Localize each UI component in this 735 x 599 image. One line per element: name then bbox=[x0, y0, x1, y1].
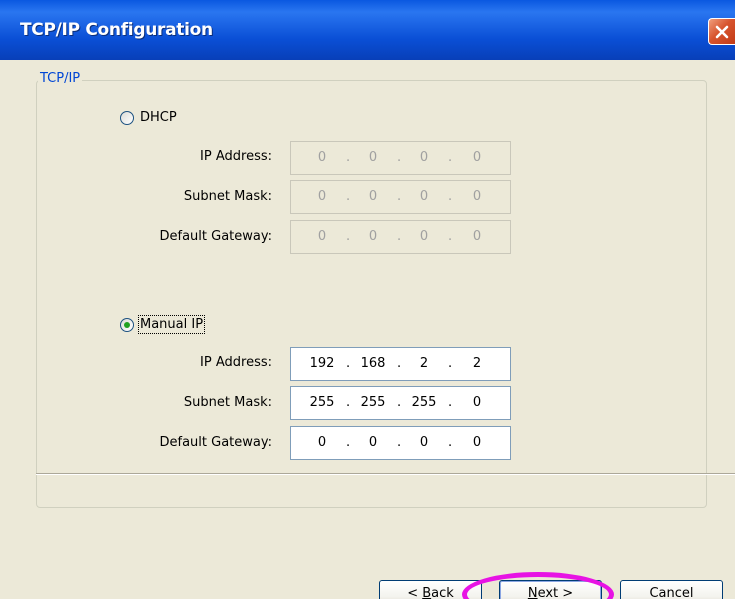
ip-octet[interactable]: 0 bbox=[353, 435, 393, 450]
ip-octet[interactable]: 168 bbox=[353, 356, 393, 371]
manual-subnet-field[interactable]: 255 . 255 . 255 . 0 bbox=[290, 386, 511, 420]
dhcp-ip-label: IP Address: bbox=[200, 149, 272, 164]
manual-ip-radio[interactable]: Manual IP bbox=[120, 315, 206, 334]
ip-octet[interactable]: 255 bbox=[404, 395, 444, 410]
ip-octet[interactable]: 192 bbox=[302, 356, 342, 371]
ip-octet[interactable]: 0 bbox=[457, 435, 497, 450]
window-title: TCP/IP Configuration bbox=[20, 20, 213, 40]
ip-octet[interactable]: 255 bbox=[353, 395, 393, 410]
ip-octet[interactable]: 0 bbox=[457, 395, 497, 410]
group-label: TCP/IP bbox=[38, 71, 83, 86]
manual-ip-radio-label[interactable]: Manual IP bbox=[137, 315, 206, 334]
dhcp-gateway-field: 0 . 0 . 0 . 0 bbox=[290, 220, 511, 254]
ip-octet[interactable]: 0 bbox=[302, 435, 342, 450]
close-button[interactable] bbox=[708, 18, 735, 45]
manual-ip-label: IP Address: bbox=[200, 355, 272, 370]
ip-octet[interactable]: 2 bbox=[404, 356, 444, 371]
manual-subnet-label: Subnet Mask: bbox=[183, 395, 272, 410]
manual-gateway-field[interactable]: 0 . 0 . 0 . 0 bbox=[290, 426, 511, 460]
cancel-button[interactable]: Cancel bbox=[620, 580, 723, 599]
manual-ip-field[interactable]: 192 . 168 . 2 . 2 bbox=[290, 347, 511, 381]
dhcp-radio-label[interactable]: DHCP bbox=[140, 110, 177, 125]
manual-gateway-label: Default Gateway: bbox=[159, 435, 273, 450]
ip-octet[interactable]: 0 bbox=[404, 435, 444, 450]
ip-octet[interactable]: 2 bbox=[457, 356, 497, 371]
dialog-body: TCP/IP DHCP IP Address: 0 . 0 . 0 . 0 Su… bbox=[0, 60, 735, 599]
dhcp-subnet-field: 0 . 0 . 0 . 0 bbox=[290, 180, 511, 214]
dhcp-radio[interactable]: DHCP bbox=[120, 110, 177, 125]
dhcp-radio-circle[interactable] bbox=[120, 110, 134, 125]
separator bbox=[36, 473, 735, 475]
manual-ip-radio-circle[interactable] bbox=[120, 317, 134, 332]
dhcp-gateway-label: Default Gateway: bbox=[159, 229, 273, 244]
dhcp-subnet-label: Subnet Mask: bbox=[183, 189, 272, 204]
title-bar: TCP/IP Configuration bbox=[0, 0, 735, 60]
next-button[interactable]: Next > bbox=[499, 580, 602, 599]
close-icon bbox=[715, 25, 729, 39]
dhcp-ip-field: 0 . 0 . 0 . 0 bbox=[290, 141, 511, 175]
back-button[interactable]: < Back bbox=[379, 580, 482, 599]
ip-octet[interactable]: 255 bbox=[302, 395, 342, 410]
